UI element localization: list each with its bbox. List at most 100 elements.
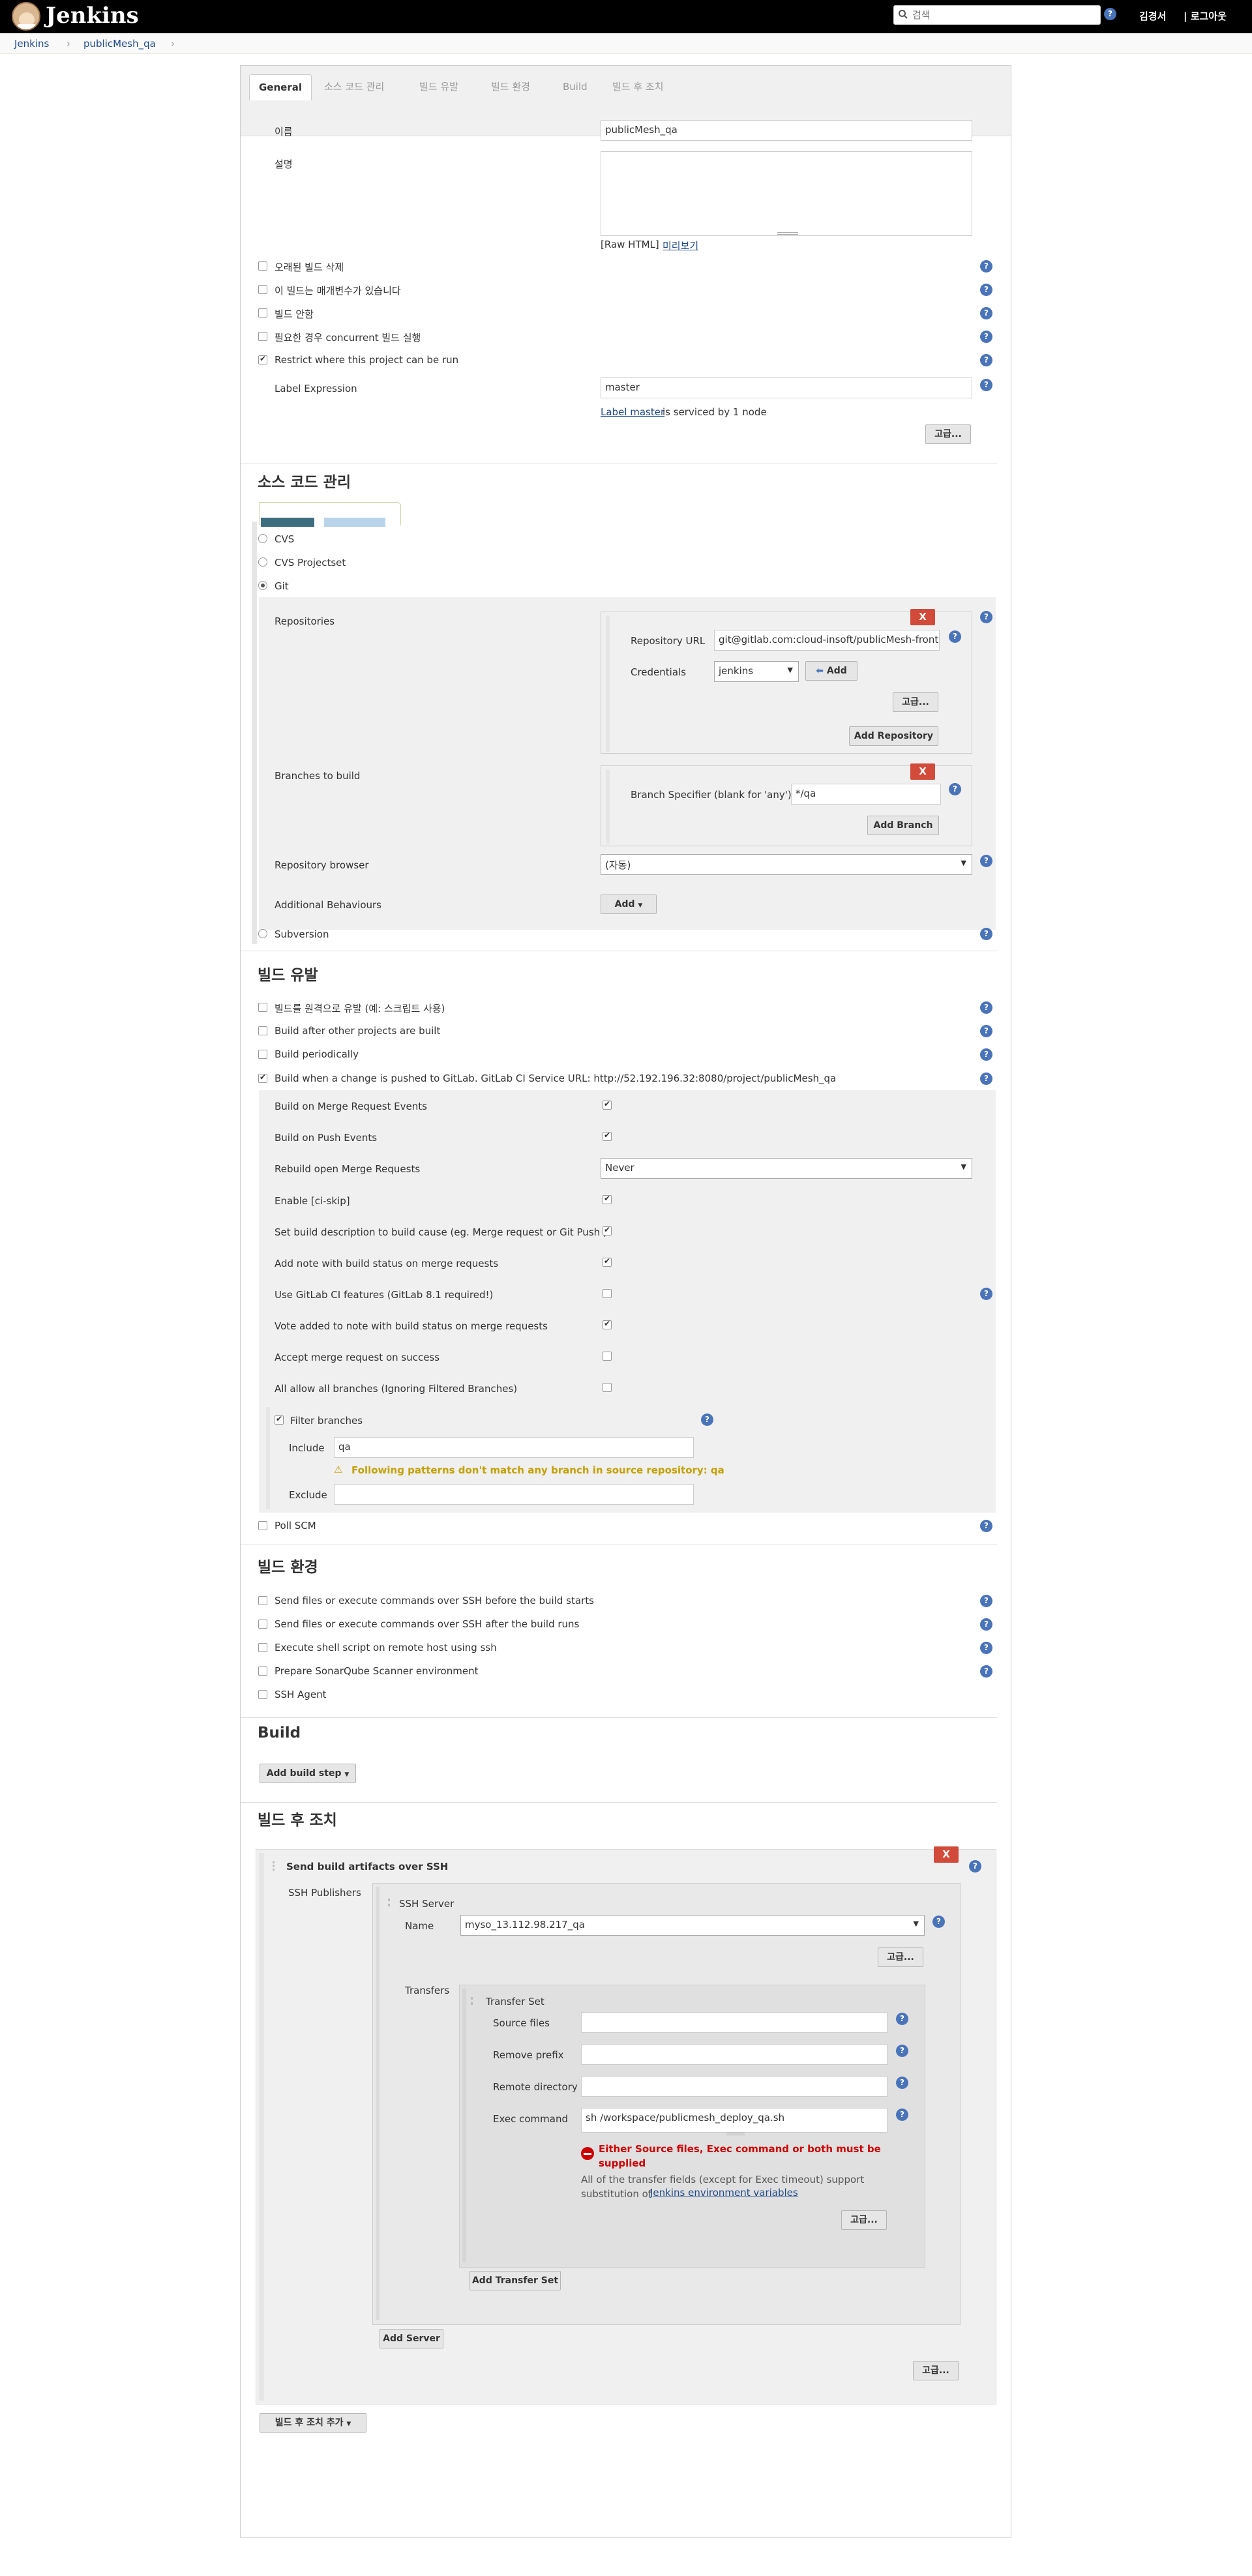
logout-link[interactable]: | 로그아웃 <box>1184 9 1227 23</box>
tab-general[interactable]: General <box>249 74 312 100</box>
scm-subversion-radio[interactable] <box>258 929 267 938</box>
delete-post-build-button[interactable]: X <box>934 1846 959 1863</box>
label-expression-field[interactable]: master <box>601 378 972 398</box>
help-icon[interactable]: ? <box>980 307 992 319</box>
trigger-periodically-checkbox[interactable] <box>258 1050 267 1059</box>
help-icon[interactable]: ? <box>980 1520 992 1532</box>
gitlab-opt-build-description-checkbox[interactable] <box>603 1225 612 1236</box>
add-server-button[interactable]: Add Server <box>380 2329 443 2348</box>
delete-branch-button[interactable]: X <box>910 763 935 780</box>
server-advanced-button[interactable]: 고급... <box>878 1947 923 1967</box>
help-icon[interactable]: ? <box>949 630 961 643</box>
env-ssh-after-checkbox[interactable] <box>258 1620 267 1629</box>
include-field[interactable]: qa <box>334 1437 694 1458</box>
trigger-remote-checkbox[interactable] <box>258 1003 267 1012</box>
help-icon[interactable]: ? <box>980 354 992 366</box>
help-icon[interactable]: ? <box>980 284 992 296</box>
project-name-field[interactable]: publicMesh_qa <box>601 120 972 141</box>
help-icon[interactable]: ? <box>980 1025 992 1037</box>
help-icon[interactable]: ? <box>980 1048 992 1061</box>
gitlab-opt-merge-events-checkbox[interactable] <box>603 1099 612 1110</box>
help-icon[interactable]: ? <box>980 260 992 273</box>
post-build-advanced-button[interactable]: 고급... <box>913 2361 959 2380</box>
tab-build[interactable]: Build <box>563 74 588 100</box>
repo-browser-select[interactable]: (자동) ▼ <box>601 854 972 875</box>
gitlab-opt-accept-merge-checkbox[interactable] <box>603 1352 612 1361</box>
help-icon[interactable]: ? <box>980 379 992 391</box>
textarea-resize-icon[interactable] <box>777 232 798 235</box>
user-link[interactable]: 김경서 <box>1139 9 1166 23</box>
gitlab-opt-push-events-checkbox[interactable] <box>603 1131 612 1141</box>
option-restrict-node-checkbox[interactable] <box>258 354 267 364</box>
repo-url-field[interactable]: git@gitlab.com:cloud-insoft/publicMesh-f… <box>714 630 940 651</box>
gitlab-opt-vote-checkbox[interactable] <box>603 1319 612 1329</box>
help-icon[interactable]: ? <box>980 1642 992 1654</box>
env-ssh-before-checkbox[interactable] <box>258 1596 267 1605</box>
help-icon[interactable]: ? <box>980 1288 992 1300</box>
help-icon[interactable]: ? <box>980 1665 992 1678</box>
help-icon[interactable]: ? <box>949 783 961 795</box>
help-icon[interactable]: ? <box>896 2013 908 2025</box>
tab-scm[interactable]: 소스 코드 관리 <box>324 74 384 100</box>
help-icon[interactable]: ? <box>969 1860 981 1873</box>
help-icon[interactable]: ? <box>980 1618 992 1631</box>
preview-link[interactable]: 미리보기 <box>663 239 698 252</box>
gitlab-opt-ci-skip-checkbox[interactable] <box>603 1194 612 1204</box>
server-name-select[interactable]: myso_13.112.98.217_qa ▼ <box>460 1915 925 1936</box>
textarea-resize-icon[interactable] <box>726 2133 745 2135</box>
add-transfer-set-button[interactable]: Add Transfer Set <box>470 2271 561 2290</box>
breadcrumb-item-jenkins[interactable]: Jenkins <box>14 38 49 50</box>
drag-handle-icon[interactable] <box>388 1899 393 1906</box>
search-help-icon[interactable]: ? <box>1104 8 1116 20</box>
exclude-field[interactable] <box>334 1484 694 1505</box>
env-sonarqube-checkbox[interactable] <box>258 1666 267 1676</box>
filter-branches-checkbox[interactable] <box>275 1414 284 1425</box>
help-icon[interactable]: ? <box>980 611 992 623</box>
drag-handle-icon[interactable] <box>471 1997 476 2005</box>
scm-cvs-radio[interactable] <box>258 534 267 543</box>
rebuild-merge-requests-select[interactable]: Never ▼ <box>601 1158 972 1179</box>
help-icon[interactable]: ? <box>980 1073 992 1085</box>
jenkins-logo-icon[interactable] <box>12 2 40 31</box>
help-icon[interactable]: ? <box>980 855 992 867</box>
add-credentials-button[interactable]: ⬅ Add <box>805 661 857 681</box>
gitlab-opt-add-note-checkbox[interactable] <box>603 1256 612 1267</box>
help-icon[interactable]: ? <box>896 2077 908 2089</box>
add-post-build-action-button[interactable]: 빌드 후 조치 추가 ▼ <box>260 2413 366 2433</box>
tab-environment[interactable]: 빌드 환경 <box>491 74 530 100</box>
help-icon[interactable]: ? <box>896 2109 908 2121</box>
transfer-advanced-button[interactable]: 고급... <box>841 2210 887 2230</box>
help-icon[interactable]: ? <box>980 331 992 343</box>
help-icon[interactable]: ? <box>980 1595 992 1607</box>
help-icon[interactable]: ? <box>896 2045 908 2057</box>
env-ssh-agent-checkbox[interactable] <box>258 1690 267 1699</box>
trigger-after-other-checkbox[interactable] <box>258 1026 267 1035</box>
search-input[interactable] <box>911 7 1097 23</box>
add-build-step-button[interactable]: Add build step ▼ <box>260 1764 356 1783</box>
exec-command-field[interactable]: sh /workspace/publicmesh_deploy_qa.sh <box>581 2108 887 2133</box>
help-icon[interactable]: ? <box>980 1001 992 1014</box>
repo-advanced-button[interactable]: 고급... <box>893 692 938 712</box>
poll-scm-checkbox[interactable] <box>258 1521 267 1530</box>
scm-git-radio[interactable] <box>258 581 267 590</box>
gitlab-opt-ci-features-checkbox[interactable] <box>603 1289 612 1298</box>
logo-text[interactable]: Jenkins <box>46 1 139 30</box>
scm-cvs-projectset-radio[interactable] <box>258 557 267 567</box>
label-master-link[interactable]: Label master <box>601 406 664 418</box>
option-concurrent-build-checkbox[interactable] <box>258 332 267 341</box>
option-discard-old-builds-checkbox[interactable] <box>258 261 267 271</box>
drag-handle-icon[interactable] <box>273 1861 279 1871</box>
env-shell-ssh-checkbox[interactable] <box>258 1643 267 1652</box>
remote-directory-field[interactable] <box>581 2076 887 2097</box>
gitlab-opt-allow-all-branches-checkbox[interactable] <box>603 1383 612 1392</box>
option-disable-build-checkbox[interactable] <box>258 308 267 318</box>
description-textarea[interactable] <box>601 151 972 236</box>
add-repository-button[interactable]: Add Repository <box>849 726 938 746</box>
credentials-select[interactable]: jenkins ▼ <box>714 661 799 682</box>
branch-specifier-field[interactable]: */qa <box>791 784 941 805</box>
breadcrumb-item-project[interactable]: publicMesh_qa <box>83 38 156 50</box>
tab-triggers[interactable]: 빌드 유발 <box>419 74 458 100</box>
help-icon[interactable]: ? <box>932 1916 945 1928</box>
add-branch-button[interactable]: Add Branch <box>867 816 939 835</box>
help-icon[interactable]: ? <box>701 1414 713 1426</box>
